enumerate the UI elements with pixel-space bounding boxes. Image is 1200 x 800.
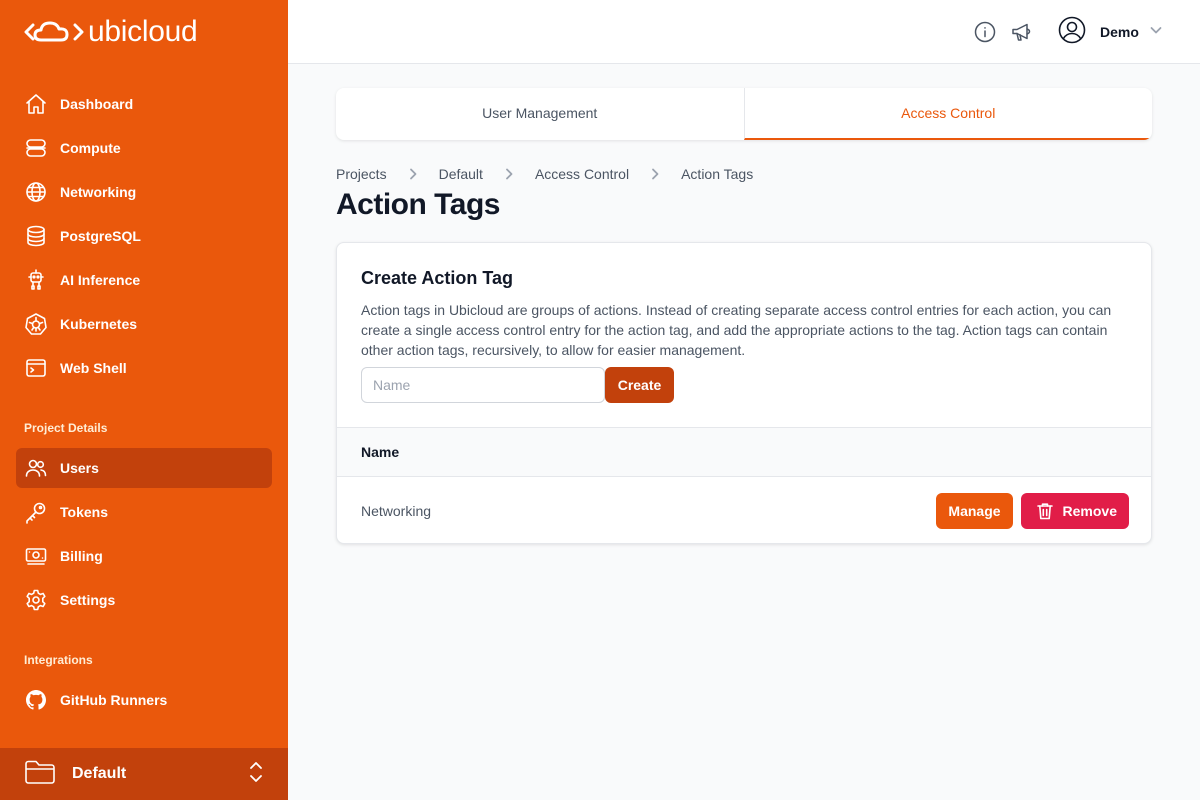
sidebar-item-label: Compute (60, 140, 121, 156)
breadcrumb-default[interactable]: Default (439, 166, 483, 182)
trash-icon (1036, 503, 1053, 520)
brand-name: ubicloud (88, 15, 198, 48)
project-details-heading: Project Details (24, 421, 108, 435)
sidebar-item-label: Tokens (60, 504, 108, 520)
user-circle-icon (1058, 16, 1086, 49)
sidebar-item-github-runners[interactable]: GitHub Runners (16, 680, 272, 720)
main-nav: Dashboard Compute Networking PostgreSQL … (16, 84, 272, 392)
breadcrumb: Projects Default Access Control Action T… (336, 164, 753, 184)
breadcrumb-access-control[interactable]: Access Control (535, 166, 629, 182)
integrations-heading: Integrations (24, 653, 93, 667)
card-title: Create Action Tag (361, 268, 514, 288)
users-icon (24, 456, 48, 480)
action-tag-name: Networking (361, 503, 432, 519)
column-header-name: Name (361, 444, 400, 460)
folder-icon (24, 758, 56, 791)
banknote-icon (24, 544, 48, 568)
sidebar-item-networking[interactable]: Networking (16, 172, 272, 212)
chevron-down-icon (1139, 23, 1163, 42)
github-icon (24, 688, 48, 712)
sidebar-item-dashboard[interactable]: Dashboard (16, 84, 272, 124)
globe-icon (24, 180, 48, 204)
tab-user-management[interactable]: User Management (336, 88, 744, 140)
chevron-right-icon (629, 168, 681, 180)
card-description: Action tags in Ubicloud are groups of ac… (361, 302, 1112, 358)
sidebar-item-label: Users (60, 460, 99, 476)
remove-label: Remove (1062, 503, 1117, 519)
sidebar-item-label: Dashboard (60, 96, 134, 112)
chevron-right-icon (387, 168, 439, 180)
sidebar-item-label: Web Shell (60, 360, 127, 376)
sidebar-item-users[interactable]: Users (16, 448, 272, 488)
tab-bar: User Management Access Control (336, 88, 1152, 140)
project-switcher[interactable]: Default (0, 748, 288, 800)
sidebar-item-label: Billing (60, 548, 103, 564)
sidebar-item-ai-inference[interactable]: AI Inference (16, 260, 272, 300)
database-icon (24, 224, 48, 248)
project-switcher-label: Default (72, 765, 127, 782)
sidebar-item-postgresql[interactable]: PostgreSQL (16, 216, 272, 256)
sidebar-item-settings[interactable]: Settings (16, 580, 272, 620)
project-nav: Users Tokens Billing Settings (16, 448, 272, 624)
megaphone-icon[interactable] (1009, 20, 1033, 44)
breadcrumb-projects[interactable]: Projects (336, 166, 387, 182)
name-input[interactable] (361, 367, 605, 403)
create-button[interactable]: Create (605, 367, 674, 403)
gear-icon (24, 588, 48, 612)
key-icon (24, 500, 48, 524)
sidebar-item-web-shell[interactable]: Web Shell (16, 348, 272, 388)
cloud-logo-icon (24, 21, 84, 42)
user-menu[interactable]: Demo (1058, 16, 1163, 48)
sidebar-item-compute[interactable]: Compute (16, 128, 272, 168)
chevron-up-down-icon (248, 760, 264, 789)
create-action-tag-card: Create Action Tag Action tags in Ubiclou… (336, 242, 1152, 544)
robot-icon (24, 268, 48, 292)
ubicloud-logo[interactable]: ubicloud (24, 15, 198, 48)
sidebar-item-tokens[interactable]: Tokens (16, 492, 272, 532)
sidebar-item-label: GitHub Runners (60, 692, 168, 708)
remove-button[interactable]: Remove (1020, 493, 1129, 529)
sidebar-item-label: PostgreSQL (60, 228, 141, 244)
sidebar-item-label: Networking (60, 184, 137, 200)
table-header: Name (337, 427, 1151, 477)
info-icon[interactable] (973, 20, 997, 44)
sidebar-item-billing[interactable]: Billing (16, 536, 272, 576)
sidebar-item-label: Settings (60, 592, 116, 608)
breadcrumb-action-tags[interactable]: Action Tags (681, 166, 753, 182)
sidebar: ubicloud Dashboard Compute Networking Po… (0, 0, 288, 800)
chevron-right-icon (483, 168, 535, 180)
manage-button[interactable]: Manage (936, 493, 1013, 529)
table-row: Networking Manage Remove (337, 477, 1151, 543)
top-bar: Demo (288, 0, 1200, 64)
sidebar-item-kubernetes[interactable]: Kubernetes (16, 304, 272, 344)
home-icon (24, 92, 48, 116)
terminal-icon (24, 356, 48, 380)
kubernetes-icon (24, 312, 48, 336)
sidebar-item-label: Kubernetes (60, 316, 138, 332)
page-title: Action Tags (336, 188, 500, 221)
integrations-nav: GitHub Runners (16, 680, 272, 724)
server-icon (24, 136, 48, 160)
tab-access-control[interactable]: Access Control (743, 88, 1152, 140)
user-name: Demo (1100, 24, 1139, 40)
sidebar-item-label: AI Inference (60, 272, 141, 288)
